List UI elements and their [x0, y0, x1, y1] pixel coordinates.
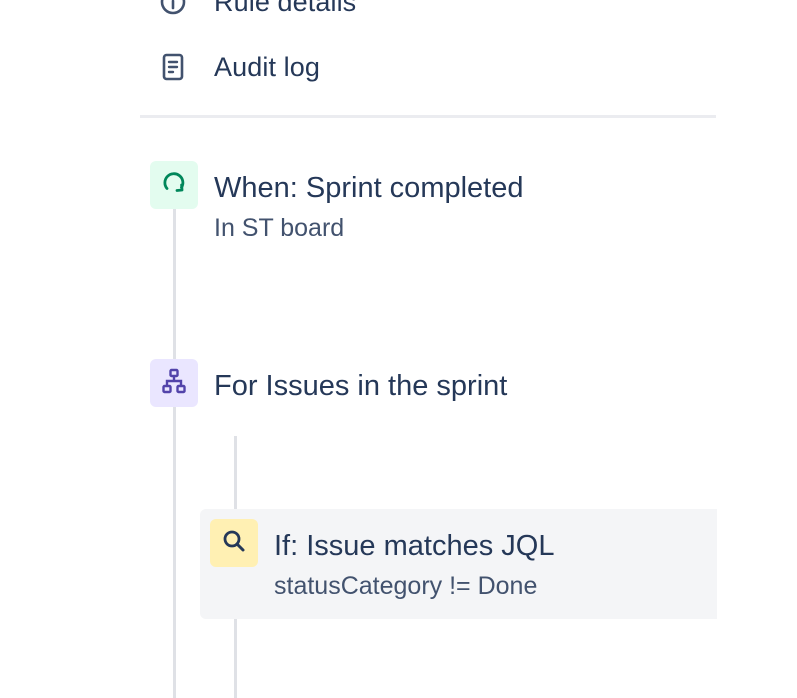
branch-step[interactable]: For Issues in the sprint	[150, 359, 507, 413]
branch-text: For Issues in the sprint	[214, 359, 507, 413]
branch-badge	[150, 359, 198, 407]
condition-step[interactable]: If: Issue matches JQL statusCategory != …	[210, 519, 554, 601]
branch-icon	[160, 367, 188, 400]
trigger-text: When: Sprint completed In ST board	[214, 161, 523, 243]
condition-subtitle: statusCategory != Done	[274, 572, 538, 600]
condition-text: If: Issue matches JQL statusCategory != …	[274, 519, 554, 601]
nav-audit-log[interactable]: Audit log	[150, 47, 320, 87]
trigger-title: When: Sprint completed	[214, 172, 524, 204]
condition-badge	[210, 519, 258, 567]
branch-title: For Issues in the sprint	[214, 370, 508, 402]
info-icon	[150, 0, 196, 22]
document-icon	[150, 47, 196, 87]
search-icon	[220, 527, 248, 560]
nav-rule-details[interactable]: Rule details	[150, 0, 356, 22]
trigger-step[interactable]: When: Sprint completed In ST board	[150, 161, 523, 243]
sprint-trigger-icon	[160, 169, 188, 202]
trigger-badge	[150, 161, 198, 209]
nav-rule-details-label: Rule details	[214, 0, 357, 17]
nav-divider	[140, 115, 716, 118]
nav-audit-log-label: Audit log	[214, 51, 320, 82]
flow-connector-line	[173, 208, 176, 698]
trigger-subtitle: In ST board	[214, 214, 345, 242]
automation-rule-editor: Rule details Audit log When: Sprint comp…	[0, 0, 797, 698]
condition-title: If: Issue matches JQL	[274, 530, 555, 562]
